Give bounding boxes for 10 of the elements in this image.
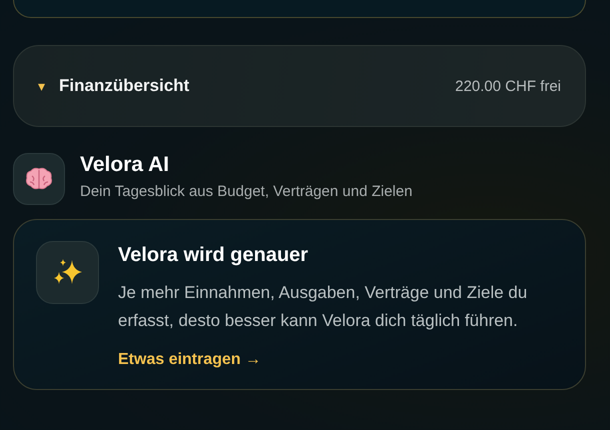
caret-icon: ▾ — [38, 78, 45, 94]
add-entry-link[interactable]: Etwas eintragen → — [118, 351, 262, 369]
assistant-subtitle: Dein Tagesblick aus Budget, Verträgen und Zielen — [80, 183, 412, 200]
assistant-title: Velora AI — [80, 153, 170, 177]
finance-summary-toggle[interactable]: ▾ Finanzübersicht 220.00 CHF frei — [13, 45, 586, 127]
free-amount: 220.00 CHF frei — [455, 78, 561, 94]
tip-text: Je mehr Einnahmen, Ausgaben, Verträge und Ziele du erfasst, desto besser kann Velora dich täglich führen. — [118, 282, 528, 332]
brain-icon — [25, 167, 53, 191]
section-title: Finanzübersicht — [59, 76, 190, 96]
tip-title: Velora wird genauer — [118, 244, 310, 267]
